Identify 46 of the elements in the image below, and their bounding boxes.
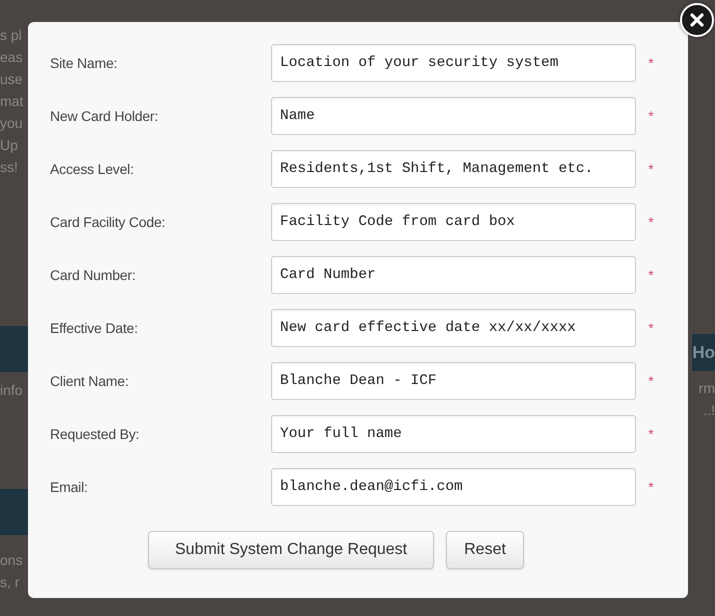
field-label: Card Facility Code: bbox=[50, 214, 166, 230]
banner-strip bbox=[0, 326, 28, 372]
page-text: ons bbox=[0, 551, 24, 570]
page-text: ..! bbox=[703, 401, 715, 420]
input-field[interactable]: Your full name bbox=[271, 415, 636, 453]
page-text: mat bbox=[0, 92, 24, 111]
input-field[interactable]: Card Number bbox=[271, 256, 636, 294]
field-label: Effective Date: bbox=[50, 320, 139, 336]
input-field[interactable]: Name bbox=[271, 97, 636, 135]
input-field[interactable]: blanche.dean@icfi.com bbox=[271, 468, 636, 506]
field-label: Client Name: bbox=[50, 373, 130, 389]
field-label: Access Level: bbox=[50, 161, 135, 177]
required-marker: * bbox=[648, 267, 654, 283]
reset-button[interactable]: Reset bbox=[446, 531, 524, 569]
input-field[interactable]: Residents,1st Shift, Management etc. bbox=[271, 150, 636, 188]
close-icon bbox=[689, 12, 705, 28]
page-text: rm bbox=[698, 379, 715, 398]
submit-button[interactable]: Submit System Change Request bbox=[148, 531, 434, 569]
page-text: s pl bbox=[0, 26, 23, 45]
required-marker: * bbox=[648, 426, 654, 442]
field-label: New Card Holder: bbox=[50, 108, 160, 124]
banner-strip bbox=[0, 489, 28, 535]
field-label: Card Number: bbox=[50, 267, 137, 283]
input-field[interactable]: Facility Code from card box bbox=[271, 203, 636, 241]
page-text: eas bbox=[0, 48, 24, 67]
required-marker: * bbox=[648, 161, 654, 177]
required-marker: * bbox=[648, 479, 654, 495]
field-label: Site Name: bbox=[50, 55, 118, 71]
page-text: use bbox=[0, 70, 24, 89]
required-marker: * bbox=[648, 373, 654, 389]
required-marker: * bbox=[648, 108, 654, 124]
page-text: ss! bbox=[0, 158, 19, 177]
banner-heading: Ho bbox=[692, 342, 715, 362]
page-text: info bbox=[0, 381, 24, 400]
required-marker: * bbox=[648, 320, 654, 336]
field-label: Email: bbox=[50, 479, 89, 495]
input-field[interactable]: Blanche Dean - ICF bbox=[271, 362, 636, 400]
input-field[interactable]: New card effective date xx/xx/xxxx bbox=[271, 309, 636, 347]
page-text: s, r bbox=[0, 573, 20, 592]
input-field[interactable]: Location of your security system bbox=[271, 44, 636, 82]
page-text: Up bbox=[0, 136, 19, 155]
required-marker: * bbox=[648, 55, 654, 71]
required-marker: * bbox=[648, 214, 654, 230]
page-text: you bbox=[0, 114, 24, 133]
field-label: Requested By: bbox=[50, 426, 140, 442]
close-button[interactable] bbox=[680, 3, 714, 37]
